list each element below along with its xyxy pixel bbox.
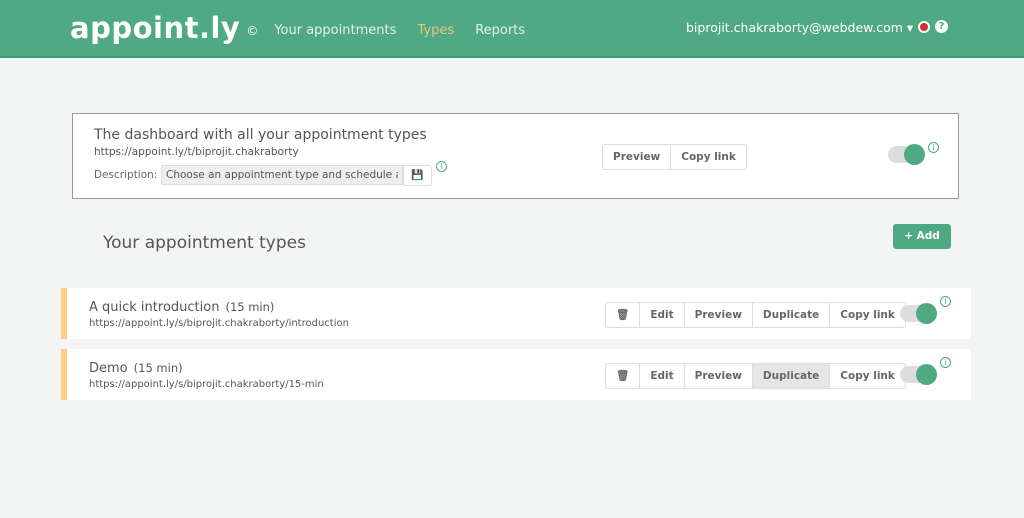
delete-button[interactable]: 🗑: [606, 303, 639, 327]
edit-button[interactable]: Edit: [639, 303, 683, 327]
info-icon[interactable]: i: [928, 142, 939, 153]
edit-button[interactable]: Edit: [639, 364, 683, 388]
help-icon[interactable]: ?: [935, 20, 948, 33]
type-name: A quick introduction: [89, 300, 220, 315]
section-title: Your appointment types: [103, 233, 306, 253]
main-nav: Your appointments Types Reports: [274, 19, 541, 38]
user-menu[interactable]: biprojit.chakraborty@webdew.com ▾: [686, 20, 913, 35]
description-input[interactable]: [161, 165, 403, 185]
dashboard-card: The dashboard with all your appointment …: [72, 113, 959, 199]
info-icon[interactable]: i: [436, 161, 447, 172]
nav-your-appointments[interactable]: Your appointments: [274, 23, 396, 38]
description-label: Description:: [94, 169, 158, 181]
list-item: Demo (15 min) https://appoint.ly/s/biproj…: [61, 349, 971, 400]
copy-link-button[interactable]: Copy link: [670, 145, 746, 169]
nav-types[interactable]: Types: [417, 23, 454, 38]
top-bar: appoint.ly © Your appointments Types Rep…: [0, 0, 1024, 58]
type-name: Demo: [89, 361, 128, 376]
dashboard-url[interactable]: https://appoint.ly/t/biprojit.chakrabort…: [94, 146, 299, 158]
preview-button[interactable]: Preview: [683, 303, 752, 327]
save-icon[interactable]: 💾: [403, 165, 432, 186]
copyright: ©: [246, 24, 259, 38]
type-duration: (15 min): [225, 300, 275, 314]
copy-link-button[interactable]: Copy link: [829, 303, 905, 327]
info-icon[interactable]: i: [940, 296, 951, 307]
copy-link-button[interactable]: Copy link: [829, 364, 905, 388]
type-duration: (15 min): [133, 361, 183, 375]
nav-reports[interactable]: Reports: [475, 23, 525, 38]
dashboard-toggle[interactable]: [888, 144, 925, 165]
duplicate-button[interactable]: Duplicate: [751, 364, 830, 388]
add-button[interactable]: + Add: [893, 224, 951, 249]
list-item: A quick introduction (15 min) https://app…: [61, 288, 971, 339]
type-url[interactable]: https://appoint.ly/s/biprojit.chakrabort…: [89, 318, 349, 329]
type-toggle[interactable]: [900, 364, 937, 385]
info-icon[interactable]: i: [940, 357, 951, 368]
uk-flag-icon[interactable]: [918, 21, 930, 33]
type-toggle[interactable]: [900, 303, 937, 324]
type-url[interactable]: https://appoint.ly/s/biprojit.chakrabort…: [89, 379, 324, 390]
preview-button[interactable]: Preview: [683, 364, 752, 388]
preview-button[interactable]: Preview: [603, 145, 670, 169]
dashboard-title: The dashboard with all your appointment …: [94, 127, 427, 143]
duplicate-button[interactable]: Duplicate: [751, 303, 829, 327]
delete-button[interactable]: 🗑: [606, 364, 639, 388]
logo[interactable]: appoint.ly: [70, 11, 240, 45]
